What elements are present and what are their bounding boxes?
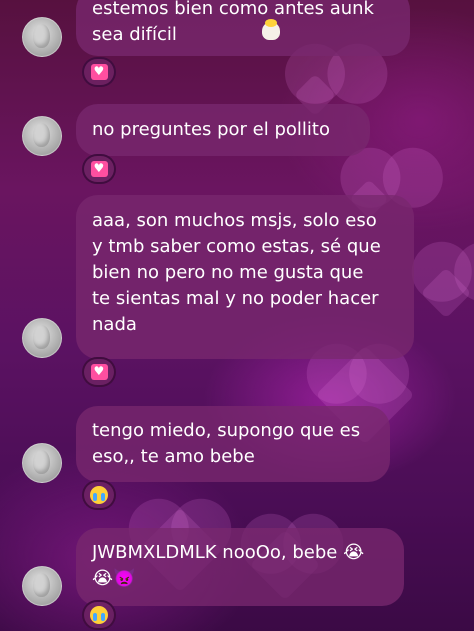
message-reaction[interactable] (82, 357, 116, 387)
message-reaction[interactable] (82, 600, 116, 630)
message-reaction[interactable] (82, 480, 116, 510)
heart-box-icon (90, 160, 108, 177)
crying-face-icon (90, 606, 108, 624)
message-text: tengo miedo, supongo que es eso,, te amo… (92, 420, 361, 467)
message-reaction[interactable] (82, 57, 116, 87)
message-text: estemos bien como antes aunk sea difícil (92, 0, 374, 45)
sender-avatar[interactable] (22, 443, 62, 483)
message-text: no preguntes por el pollito (92, 119, 330, 140)
heart-box-icon (90, 363, 108, 380)
message-reaction[interactable] (82, 154, 116, 184)
sender-avatar[interactable] (22, 566, 62, 606)
message-bubble[interactable]: aaa, son muchos msjs, solo eso y tmb sab… (76, 195, 414, 359)
message-text: aaa, son muchos msjs, solo eso y tmb sab… (92, 210, 381, 335)
background-heart-icon (420, 267, 472, 319)
sender-avatar[interactable] (22, 116, 62, 156)
message-bubble[interactable]: JWBMXLDMLK nooOo, bebe 😭 😭👿 (76, 528, 404, 606)
hatching-chick-icon (262, 19, 280, 40)
sender-avatar[interactable] (22, 17, 62, 57)
message-bubble[interactable]: no preguntes por el pollito (76, 104, 370, 156)
message-text: JWBMXLDMLK nooOo, bebe 😭 😭👿 (92, 542, 365, 589)
message-bubble[interactable]: estemos bien como antes aunk sea difícil (76, 0, 410, 56)
sender-avatar[interactable] (22, 318, 62, 358)
heart-box-icon (90, 63, 108, 80)
message-bubble[interactable]: tengo miedo, supongo que es eso,, te amo… (76, 406, 390, 482)
crying-face-icon (90, 486, 108, 504)
